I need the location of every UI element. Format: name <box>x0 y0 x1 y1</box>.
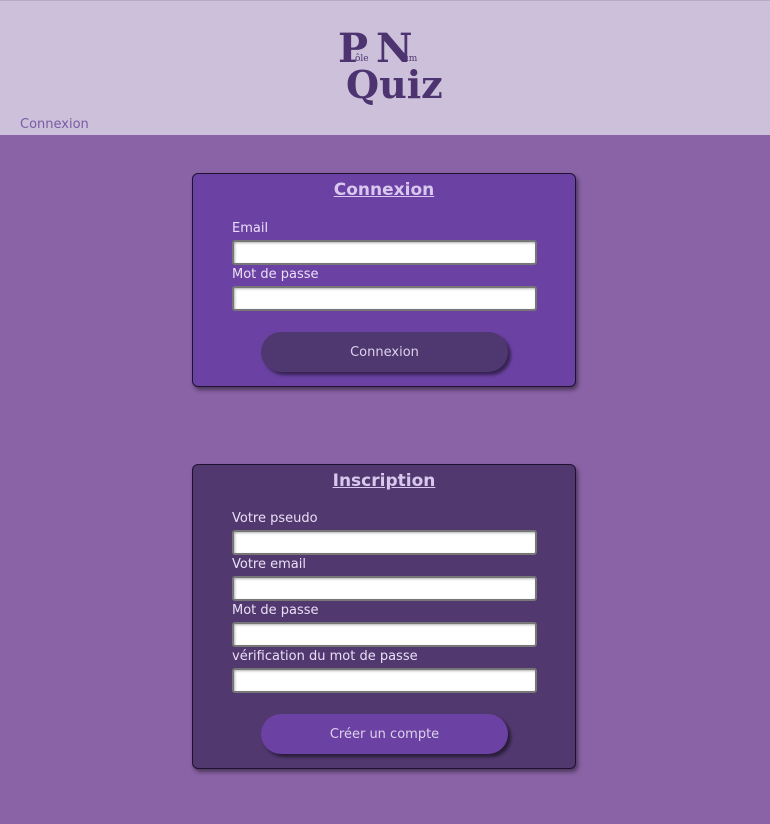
login-email-label: Email <box>232 221 269 236</box>
signup-form: Inscription Votre pseudo Votre email Mot… <box>192 464 576 769</box>
signup-password-confirm-input[interactable] <box>232 668 537 693</box>
signup-password-input[interactable] <box>232 622 537 647</box>
signup-pseudo-input[interactable] <box>232 530 537 555</box>
create-account-button[interactable]: Créer un compte <box>261 714 508 754</box>
signup-email-label: Votre email <box>232 557 306 572</box>
login-password-label: Mot de passe <box>232 267 319 282</box>
signup-password-confirm-label: vérification du mot de passe <box>232 649 418 664</box>
signup-password-label: Mot de passe <box>232 603 319 618</box>
login-title: Connexion <box>333 180 435 200</box>
pole-num-quiz-logo[interactable]: P ôle N um Quiz <box>336 29 443 105</box>
logo-text-quiz: Quiz <box>346 62 443 107</box>
signup-title: Inscription <box>332 471 436 491</box>
login-button[interactable]: Connexion <box>261 332 508 372</box>
login-form: Connexion Email Mot de passe Connexion <box>192 173 576 387</box>
login-email-input[interactable] <box>232 240 537 265</box>
login-password-input[interactable] <box>232 286 537 311</box>
signup-pseudo-label: Votre pseudo <box>232 511 318 526</box>
site-header: P ôle N um Quiz Connexion <box>0 0 770 135</box>
signup-email-input[interactable] <box>232 576 537 601</box>
nav-link-connexion[interactable]: Connexion <box>20 117 89 132</box>
